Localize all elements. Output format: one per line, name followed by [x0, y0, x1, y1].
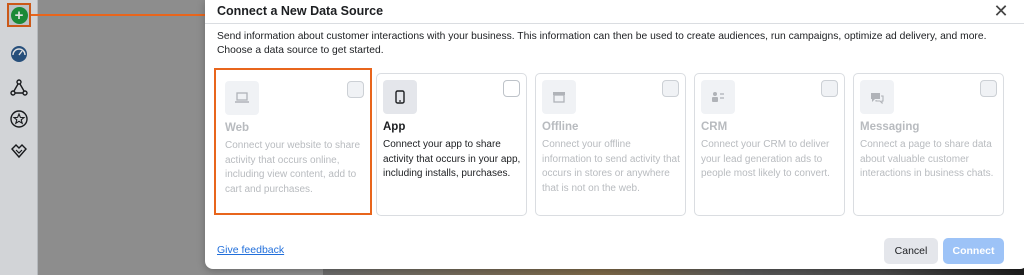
- data-source-card-app[interactable]: App Connect your app to share activity t…: [376, 73, 527, 216]
- card-checkbox[interactable]: [662, 80, 679, 97]
- card-title: Web: [225, 122, 250, 134]
- card-description: Connect your CRM to deliver your lead ge…: [701, 139, 830, 179]
- dialog-intro-text: Send information about customer interact…: [217, 31, 987, 56]
- card-description: Connect your website to share activity t…: [225, 140, 361, 195]
- card-checkbox[interactable]: [980, 80, 997, 97]
- card-description: Connect a page to share data about valua…: [860, 139, 994, 179]
- data-source-card-crm[interactable]: CRM Connect your CRM to deliver your lea…: [694, 73, 845, 216]
- phone-icon: [383, 80, 417, 114]
- data-source-card-web[interactable]: Web Connect your website to share activi…: [214, 68, 372, 215]
- laptop-icon: [225, 81, 259, 115]
- card-title: CRM: [701, 121, 728, 133]
- rail-dim-overlay: [0, 0, 38, 275]
- close-icon[interactable]: ✕: [992, 2, 1010, 20]
- chat-icon: [860, 80, 894, 114]
- give-feedback-link[interactable]: Give feedback: [217, 244, 284, 256]
- highlight-connector: [31, 14, 213, 16]
- card-checkbox[interactable]: [347, 81, 364, 98]
- card-checkbox[interactable]: [503, 80, 520, 97]
- store-icon: [542, 80, 576, 114]
- connect-button[interactable]: Connect: [943, 238, 1004, 264]
- card-title: Offline: [542, 121, 579, 133]
- crm-icon: [701, 80, 735, 114]
- card-description: Connect your offline information to send…: [542, 139, 680, 194]
- card-description: Connect your app to share activity that …: [383, 139, 521, 179]
- card-checkbox[interactable]: [821, 80, 838, 97]
- dialog-title: Connect a New Data Source: [217, 4, 384, 18]
- card-title: App: [383, 121, 406, 133]
- card-title: Messaging: [860, 121, 920, 133]
- cancel-button[interactable]: Cancel: [884, 238, 938, 264]
- header-divider: [205, 23, 1024, 24]
- connect-data-source-dialog: Connect a New Data Source ✕ Send informa…: [205, 0, 1024, 269]
- data-source-card-offline[interactable]: Offline Connect your offline information…: [535, 73, 686, 216]
- data-source-card-messaging[interactable]: Messaging Connect a page to share data a…: [853, 73, 1004, 216]
